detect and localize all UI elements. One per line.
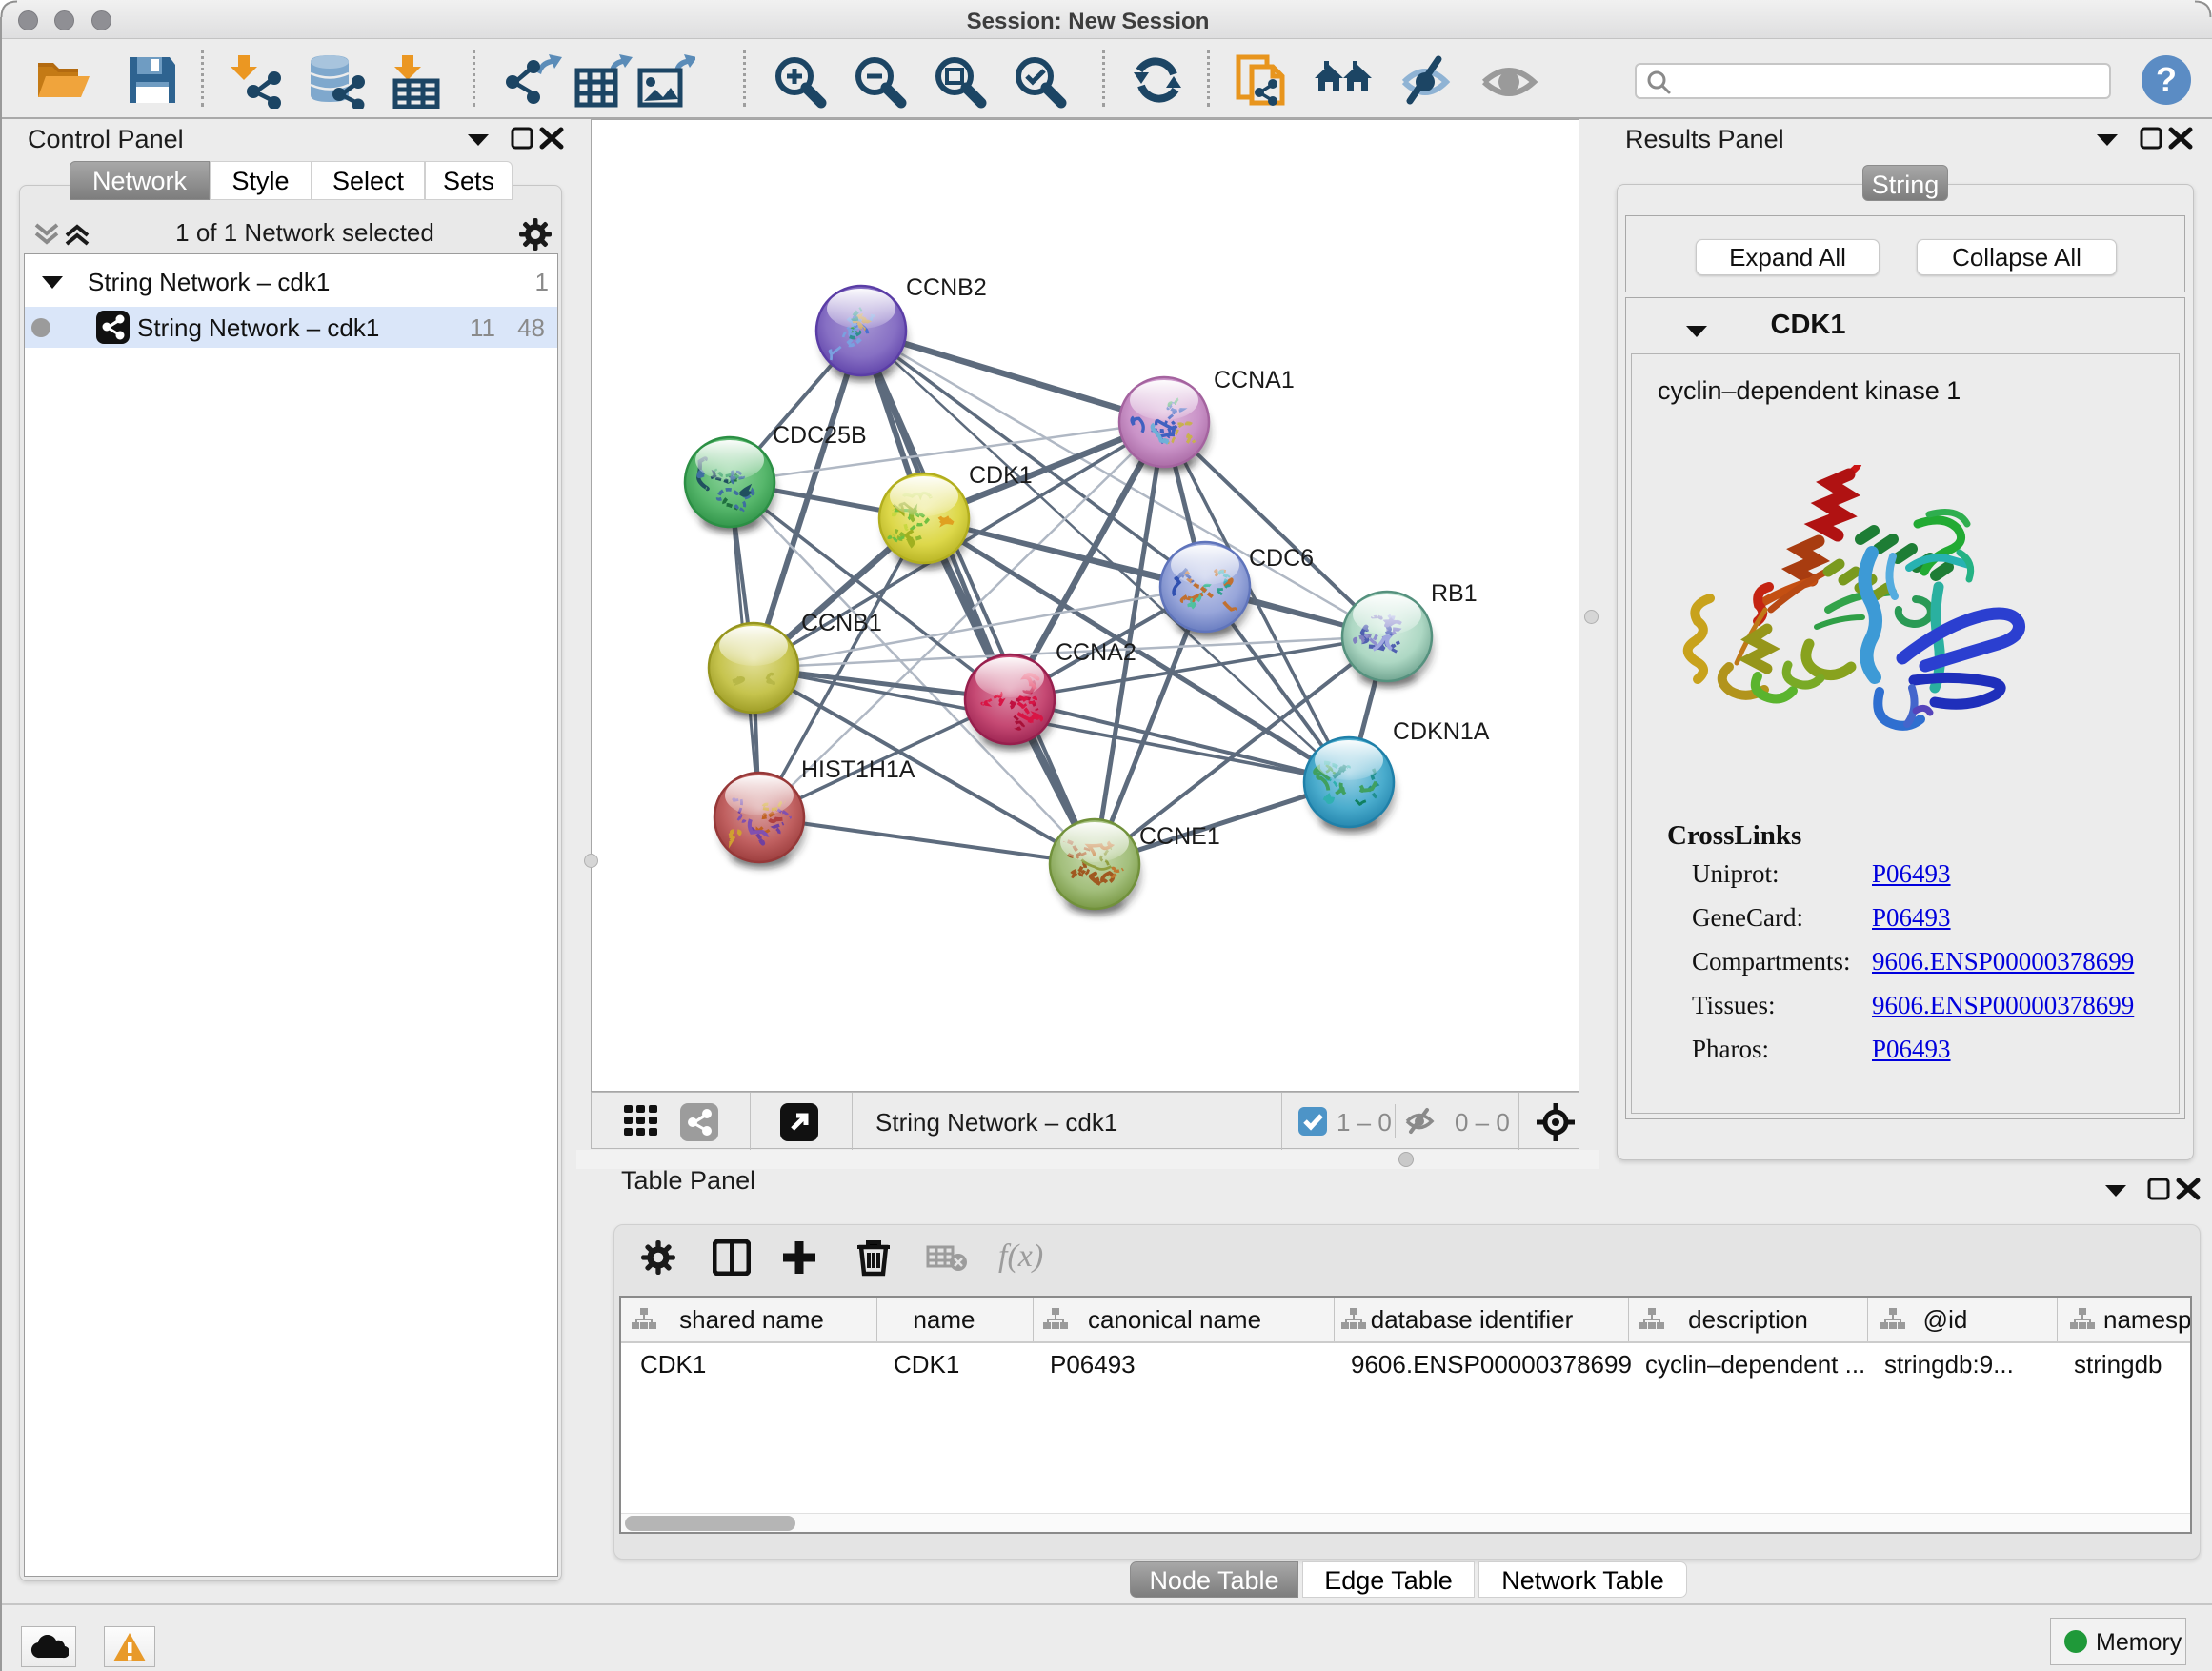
svg-text:?: ? — [2156, 60, 2177, 99]
svg-text:CDKN1A: CDKN1A — [1393, 718, 1490, 745]
svg-text:CCNE1: CCNE1 — [1139, 823, 1220, 850]
svg-text:CCNB1: CCNB1 — [801, 610, 882, 636]
svg-text:CCNA1: CCNA1 — [1214, 367, 1295, 393]
svg-text:CDK1: CDK1 — [969, 462, 1033, 489]
svg-text:RB1: RB1 — [1431, 580, 1478, 607]
svg-text:CDC6: CDC6 — [1249, 545, 1314, 572]
svg-text:HIST1H1A: HIST1H1A — [801, 756, 915, 783]
svg-text:CCNA2: CCNA2 — [1056, 639, 1136, 666]
svg-text:CCNB2: CCNB2 — [906, 274, 987, 301]
svg-text:CDC25B: CDC25B — [773, 422, 867, 449]
